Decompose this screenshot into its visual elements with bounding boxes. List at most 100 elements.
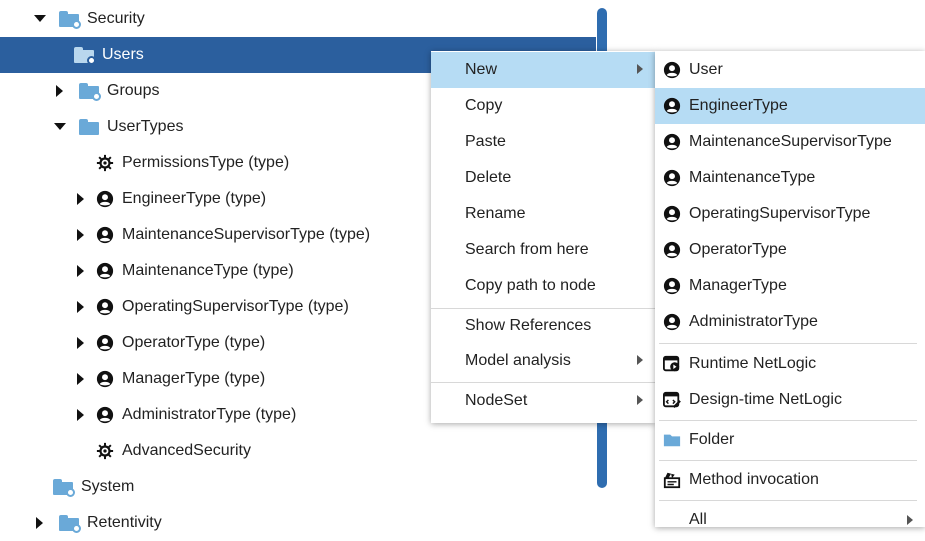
- chevron-right-icon[interactable]: [33, 516, 47, 530]
- chevron-right-icon[interactable]: [74, 228, 88, 242]
- security-folder-icon: [59, 11, 81, 29]
- user-icon: [96, 262, 114, 280]
- users-folder-icon: [74, 47, 96, 65]
- chevron-down-icon[interactable]: [53, 120, 67, 134]
- submenu-item-label: User: [689, 61, 723, 78]
- user-icon: [96, 190, 114, 208]
- submenu-item-managertype[interactable]: ManagerType: [655, 268, 925, 304]
- menu-item-model-analysis[interactable]: Model analysis: [431, 343, 655, 379]
- tree-item-label: UserTypes: [107, 118, 184, 135]
- user-icon: [663, 241, 681, 259]
- user-icon: [663, 169, 681, 187]
- submenu-item-label: OperatorType: [689, 241, 787, 258]
- user-icon: [96, 226, 114, 244]
- menu-item-label: Search from here: [465, 241, 589, 258]
- tree-item-label: OperatorType (type): [122, 334, 266, 351]
- tree-item-system[interactable]: System: [0, 469, 600, 505]
- retentivity-folder-icon: [59, 515, 81, 533]
- user-icon: [663, 97, 681, 115]
- folder-icon: [663, 434, 681, 447]
- tree-item-label: Users: [102, 46, 144, 63]
- submenu-item-engineertype[interactable]: EngineerType: [655, 88, 925, 124]
- menu-item-rename[interactable]: Rename: [431, 196, 655, 232]
- submenu-arrow-icon: [637, 64, 643, 74]
- menu-item-search-from-here[interactable]: Search from here: [431, 232, 655, 268]
- system-folder-icon: [53, 479, 75, 497]
- chevron-right-icon[interactable]: [74, 264, 88, 278]
- tree-item-label: Groups: [107, 82, 160, 99]
- submenu-item-label: EngineerType: [689, 97, 788, 114]
- menu-item-label: NodeSet: [465, 392, 528, 409]
- groups-folder-icon: [79, 83, 101, 101]
- submenu-item-label: MaintenanceSupervisorType: [689, 133, 892, 150]
- chevron-right-icon[interactable]: [53, 84, 67, 98]
- submenu-item-label: ManagerType: [689, 277, 787, 294]
- permissions-gear-icon: [96, 154, 114, 172]
- menu-item-label: Show References: [465, 317, 592, 334]
- menu-item-copy-path[interactable]: Copy path to node: [431, 268, 655, 304]
- user-icon: [663, 133, 681, 151]
- submenu-item-label: Method invocation: [689, 471, 819, 488]
- menu-item-label: Paste: [465, 133, 506, 150]
- menu-item-delete[interactable]: Delete: [431, 160, 655, 196]
- submenu-item-all[interactable]: All: [655, 502, 925, 538]
- submenu-item-folder[interactable]: Folder: [655, 422, 925, 458]
- submenu-item-operatortype[interactable]: OperatorType: [655, 232, 925, 268]
- submenu-item-runtime-netlogic[interactable]: Runtime NetLogic: [655, 346, 925, 382]
- menu-separator: [659, 420, 917, 421]
- submenu-arrow-icon: [637, 395, 643, 405]
- menu-item-label: Copy: [465, 97, 503, 114]
- menu-item-new[interactable]: New: [431, 52, 655, 88]
- menu-item-copy[interactable]: Copy: [431, 88, 655, 124]
- tree-item-advancedsecurity[interactable]: AdvancedSecurity: [0, 433, 600, 469]
- tree-item-label: Retentivity: [87, 514, 162, 531]
- tree-item-retentivity[interactable]: Retentivity: [0, 505, 600, 541]
- tree-item-label: System: [81, 478, 135, 495]
- submenu-arrow-icon: [637, 355, 643, 365]
- menu-item-label: Copy path to node: [465, 277, 596, 294]
- designtime-netlogic-icon: [663, 391, 681, 408]
- menu-item-paste[interactable]: Paste: [431, 124, 655, 160]
- submenu-item-user[interactable]: User: [655, 52, 925, 88]
- user-icon: [663, 205, 681, 223]
- user-icon: [663, 61, 681, 79]
- submenu-item-label: Runtime NetLogic: [689, 355, 817, 372]
- tree-item-label: AdvancedSecurity: [122, 442, 251, 459]
- chevron-right-icon[interactable]: [74, 408, 88, 422]
- submenu-item-label: Design-time NetLogic: [689, 391, 842, 408]
- tree-item-security[interactable]: Security: [0, 1, 600, 37]
- context-menu: New Copy Paste Delete Rename Search from…: [431, 51, 655, 423]
- submenu-item-label: Folder: [689, 431, 735, 448]
- chevron-right-icon[interactable]: [74, 372, 88, 386]
- submenu-item-maintenancetype[interactable]: MaintenanceType: [655, 160, 925, 196]
- user-icon: [663, 313, 681, 331]
- menu-item-nodeset[interactable]: NodeSet: [431, 383, 655, 419]
- submenu-item-label: AdministratorType: [689, 313, 818, 330]
- new-submenu: User EngineerType MaintenanceSupervisorT…: [655, 51, 925, 528]
- submenu-item-label: OperatingSupervisorType: [689, 205, 871, 222]
- chevron-down-icon[interactable]: [33, 12, 47, 26]
- tree-item-label: AdministratorType (type): [122, 406, 297, 423]
- chevron-right-icon[interactable]: [74, 300, 88, 314]
- menu-separator: [659, 460, 917, 461]
- chevron-right-icon[interactable]: [74, 336, 88, 350]
- submenu-item-operatingsupervisortype[interactable]: OperatingSupervisorType: [655, 196, 925, 232]
- submenu-item-label: MaintenanceType: [689, 169, 816, 186]
- submenu-item-method-invocation[interactable]: Method invocation: [655, 462, 925, 498]
- tree-item-label: PermissionsType (type): [122, 154, 290, 171]
- submenu-item-administratortype[interactable]: AdministratorType: [655, 304, 925, 340]
- tree-item-label: MaintenanceSupervisorType (type): [122, 226, 371, 243]
- chevron-right-icon[interactable]: [74, 192, 88, 206]
- submenu-item-label: All: [689, 511, 707, 528]
- user-icon: [96, 334, 114, 352]
- user-icon: [96, 298, 114, 316]
- tree-item-label: Security: [87, 10, 145, 27]
- folder-icon: [79, 119, 99, 135]
- menu-item-label: Model analysis: [465, 352, 571, 369]
- tree-item-label: MaintenanceType (type): [122, 262, 294, 279]
- menu-item-show-references[interactable]: Show References: [431, 308, 655, 344]
- menu-separator: [659, 343, 917, 344]
- submenu-item-maintenancesupervisortype[interactable]: MaintenanceSupervisorType: [655, 124, 925, 160]
- submenu-item-designtime-netlogic[interactable]: Design-time NetLogic: [655, 382, 925, 418]
- tree-item-label: OperatingSupervisorType (type): [122, 298, 349, 315]
